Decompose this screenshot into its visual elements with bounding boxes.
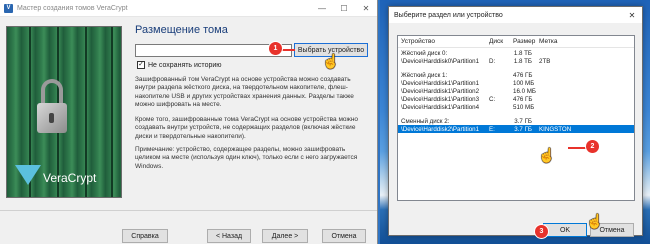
device-row[interactable]: \Device\Harddisk1\Partition4 510 МБ [398,103,634,111]
column-size[interactable]: Размер [510,38,536,45]
device-name-cell: Сменный диск 2: [401,117,450,125]
device-name-cell: \Device\Harddisk1\Partition2 [401,88,480,95]
column-device[interactable]: Устройство [398,38,486,45]
device-name-cell: \Device\Harddisk0\Partition1 [401,58,480,66]
dialog-title: Выберите раздел или устройство [394,11,503,19]
label-cell: KINGSTON [539,125,572,133]
device-row[interactable]: Жёсткий диск 1: 476 ГБ [398,72,634,80]
drive-letter-cell: E: [489,125,495,133]
veracrypt-app-icon: V [4,3,13,13]
device-row[interactable]: \Device\Harddisk1\Partition2 16.0 МБ [398,88,634,96]
help-button[interactable]: Справка [122,229,168,243]
device-row[interactable]: \Device\Harddisk1\Partition1 100 МБ [398,80,634,88]
device-list[interactable]: Устройство Диск Размер Метка Жёсткий дис… [397,35,635,201]
device-row[interactable]: \Device\Harddisk1\Partition3 C: 476 ГБ [398,95,634,103]
wizard-titlebar: V Мастер создания томов VeraCrypt — ☐ ✕ [0,0,377,17]
step-badge-3: 3 [535,225,548,238]
device-list-header: Устройство Диск Размер Метка [398,36,634,48]
size-cell: 16.0 МБ [513,88,536,95]
minimize-icon[interactable]: — [311,0,333,16]
info-paragraph-2: Кроме того, зашифрованные тома VeraCrypt… [135,116,359,140]
size-cell: 476 ГБ [513,72,533,80]
back-button[interactable]: < Назад [207,229,251,243]
next-button[interactable]: Далее > [262,229,308,243]
device-row[interactable]: \Device\Harddisk0\Partition1 D: 1.8 ТБ 2ТВ [398,58,634,66]
cancel-button[interactable]: Отмена [322,229,366,243]
size-cell: 476 ГБ [513,95,533,103]
hand-cursor-icon: ☝ [586,213,604,229]
size-cell: 100 МБ [513,80,535,88]
info-paragraph-3: Примечание: устройство, содержащее разде… [135,146,358,170]
column-label[interactable]: Метка [536,38,596,45]
info-paragraph-1: Зашифрованный том VeraCrypt на основе ус… [135,76,354,108]
volume-wizard-window: V Мастер создания томов VeraCrypt — ☐ ✕ … [0,0,378,244]
drive-letter-cell: C: [489,95,496,103]
drive-letter-cell: D: [489,58,496,66]
select-device-dialog: Выберите раздел или устройство ✕ Устройс… [388,6,643,237]
step-badge-2: 2 [586,140,599,153]
device-list-body: Жёсткий диск 0: 1.8 ТБ \Device\Harddisk0\P… [398,48,634,134]
veracrypt-logo: VeraCrypt [15,165,96,185]
close-icon[interactable]: ✕ [355,0,377,16]
device-name-cell: \Device\Harddisk1\Partition1 [401,80,480,88]
no-history-checkbox[interactable]: ✓ [137,61,145,69]
device-name-cell: \Device\Harddisk1\Partition3 [401,95,480,103]
dialog-titlebar: Выберите раздел или устройство ✕ [389,7,642,23]
size-cell: 1.8 ТБ [513,50,532,58]
device-name-cell: Жёсткий диск 1: [401,72,448,80]
size-cell: 3.7 ГБ [514,125,532,133]
maximize-icon[interactable]: ☐ [333,0,355,16]
annotation-arrow-1 [281,49,295,51]
size-cell: 510 МБ [513,103,535,111]
page-title: Размещение тома [135,24,228,36]
wizard-title: Мастер создания томов VeraCrypt [17,4,128,12]
device-name-cell: \Device\Harddisk1\Partition4 [401,103,480,111]
size-cell: 3.7 ГБ [514,117,532,125]
label-cell: 2ТВ [539,58,551,66]
device-row[interactable]: Жёсткий диск 0: 1.8 ТБ [398,50,634,58]
no-history-option[interactable]: ✓ Не сохранять историю [137,61,222,69]
hand-cursor-icon: ☝ [538,147,556,163]
annotation-arrow-2 [568,147,586,149]
size-cell: 1.8 ТБ [513,58,532,66]
column-drive[interactable]: Диск [486,38,510,45]
divider [0,210,377,211]
ok-button[interactable]: OK [543,223,587,237]
padlock-icon [37,79,67,133]
device-name-cell: \Device\Harddisk2\Partition1 [401,125,480,133]
wizard-side-image: VeraCrypt [6,26,122,198]
step-badge-1: 1 [269,42,282,55]
device-row[interactable]: Сменный диск 2: 3.7 ГБ [398,117,634,125]
hand-cursor-icon: ☝ [322,53,340,69]
device-row-selected[interactable]: \Device\Harddisk2\Partition1 E: 3.7 ГБ KING… [398,125,634,134]
dialog-close-icon[interactable]: ✕ [622,7,642,23]
device-name-cell: Жёсткий диск 0: [401,50,448,58]
no-history-label: Не сохранять историю [148,61,222,69]
